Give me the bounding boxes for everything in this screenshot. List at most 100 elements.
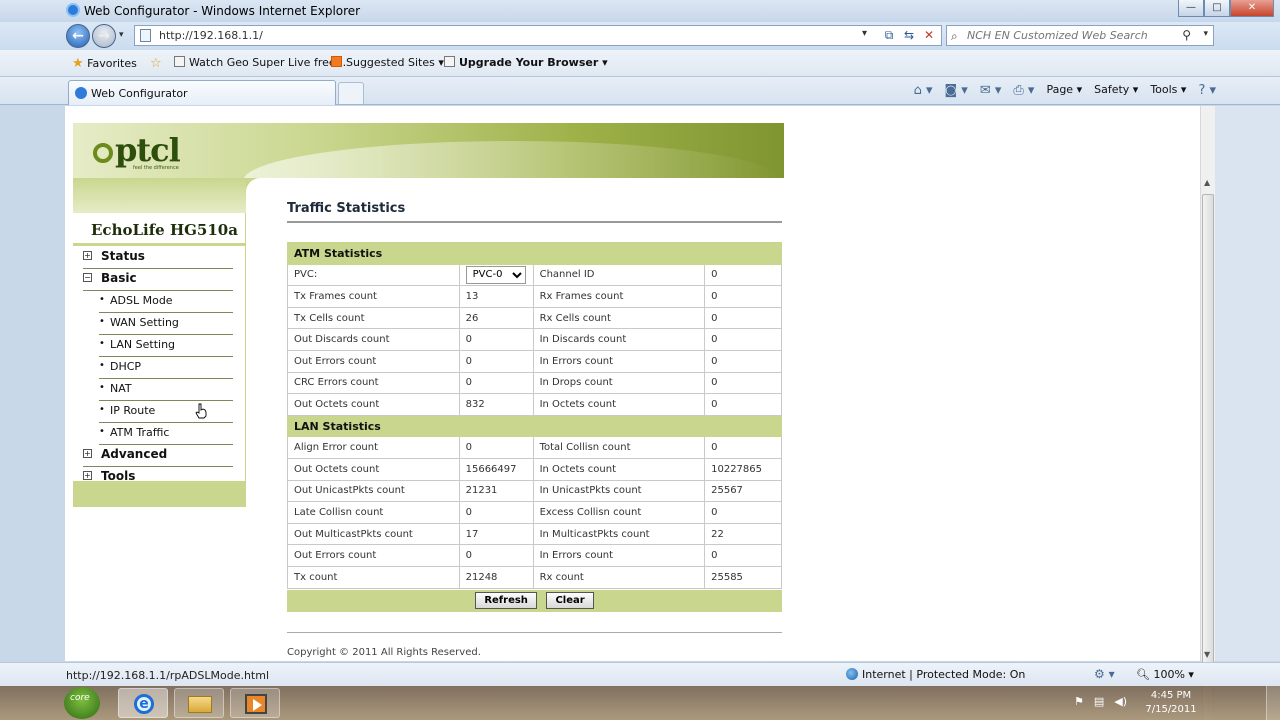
menu-ip-route[interactable]: • IP Route	[99, 401, 233, 423]
close-button[interactable]: ✕	[1230, 0, 1274, 17]
help-menu[interactable]: ? ▾	[1198, 83, 1216, 98]
page-icon	[140, 29, 151, 42]
stat-label: Tx Frames count	[287, 285, 460, 308]
network-icon[interactable]: ▤	[1094, 695, 1104, 708]
folder-icon	[188, 696, 212, 713]
favorites-button[interactable]: ★ Favorites	[72, 56, 137, 71]
menu-atm-traffic[interactable]: • ATM Traffic	[99, 423, 233, 445]
menu-adsl-mode[interactable]: • ADSL Mode	[99, 291, 233, 313]
table-row: Out Errors count 0 In Errors count 0	[287, 544, 782, 567]
page-menu[interactable]: Page ▾	[1046, 83, 1082, 98]
tab-bar: Web Configurator ⌂ ▾ ◙ ▾ ✉ ▾ ⎙ ▾ Page ▾ …	[0, 77, 1280, 105]
show-desktop-button[interactable]	[1266, 686, 1280, 720]
stat-label: Rx Frames count	[532, 285, 706, 308]
stat-label: Out Octets count	[287, 393, 460, 416]
safety-menu[interactable]: Safety ▾	[1094, 83, 1138, 98]
add-to-favorites-bar-icon[interactable]: ☆	[150, 56, 162, 71]
favorites-bar: ★ Favorites ☆ Watch Geo Super Live free.…	[0, 50, 1280, 77]
page-icon	[444, 56, 455, 67]
protected-mode-icon[interactable]: ⚙ ▾	[1094, 667, 1115, 681]
menu-nat[interactable]: • NAT	[99, 379, 233, 401]
stat-value: 0	[704, 349, 782, 373]
bullet-icon: •	[99, 316, 105, 327]
action-center-flag-icon[interactable]: ⚑	[1074, 695, 1084, 708]
menu-lan-setting[interactable]: • LAN Setting	[99, 335, 233, 357]
stat-value: 10227865	[704, 457, 782, 481]
stat-label: In Octets count	[532, 393, 706, 416]
clear-button[interactable]: Clear	[546, 592, 594, 609]
menu-status[interactable]: + Status	[83, 247, 233, 269]
navigation-bar: ← → ▾ http://192.168.1.1/ ▾ ⧉ ⇆ ✕ ⌕ ⚲ ▾	[0, 22, 1280, 50]
address-dropdown-icon[interactable]: ▾	[862, 28, 867, 39]
bullet-icon: •	[99, 426, 105, 437]
search-input[interactable]	[967, 28, 1177, 43]
logo-tagline: feel the difference	[133, 165, 179, 171]
address-url[interactable]: http://192.168.1.1/	[159, 29, 263, 42]
search-options-dropdown-icon[interactable]: ▾	[1203, 29, 1208, 39]
command-bar: ⌂ ▾ ◙ ▾ ✉ ▾ ⎙ ▾ Page ▾ Safety ▾ Tools ▾ …	[914, 83, 1216, 98]
start-button[interactable]: core	[64, 687, 100, 719]
favorite-link-suggested-sites[interactable]: Suggested Sites ▾	[331, 56, 444, 69]
vertical-scrollbar[interactable]: ▲ ▼	[1200, 106, 1215, 720]
stat-label: Total Collisn count	[532, 436, 706, 459]
menu-advanced[interactable]: + Advanced	[83, 445, 233, 467]
recent-pages-dropdown-icon[interactable]: ▾	[119, 30, 124, 40]
favorite-link-geo-super[interactable]: Watch Geo Super Live free...	[174, 56, 346, 69]
taskbar-internet-explorer[interactable]: e	[118, 688, 168, 718]
stop-icon[interactable]: ✕	[920, 28, 938, 43]
stat-label: In UnicastPkts count	[532, 479, 706, 503]
search-icon[interactable]: ⚲	[1182, 28, 1191, 42]
zoom-level[interactable]: 🔍︎ 100% ▾	[1136, 668, 1194, 681]
ie-page-icon	[75, 87, 87, 99]
new-tab-button[interactable]	[338, 82, 364, 104]
stat-label: Out Errors count	[287, 349, 460, 373]
expand-icon[interactable]: +	[83, 471, 92, 480]
taskbar-media-player[interactable]	[230, 688, 280, 718]
collapse-icon[interactable]: −	[83, 273, 92, 282]
logo-ring-icon	[93, 143, 113, 163]
expand-icon[interactable]: +	[83, 251, 92, 260]
tab-web-configurator[interactable]: Web Configurator	[68, 80, 336, 105]
search-provider-icon: ⌕	[951, 29, 958, 43]
maximize-button[interactable]: □	[1204, 0, 1230, 17]
bullet-icon: •	[99, 404, 105, 415]
stat-value: 26	[458, 306, 534, 330]
menu-basic[interactable]: − Basic	[83, 269, 233, 291]
back-button[interactable]: ←	[66, 24, 90, 48]
taskbar-clock[interactable]: 4:45 PM 7/15/2011	[1140, 689, 1202, 717]
search-box[interactable]: ⌕ ⚲ ▾	[946, 25, 1214, 46]
refresh-icon[interactable]: ⇆	[900, 28, 918, 43]
favorite-link-upgrade-browser[interactable]: Upgrade Your Browser ▾	[444, 56, 608, 69]
scroll-down-icon[interactable]: ▼	[1204, 650, 1210, 659]
pvc-select[interactable]: PVC-0	[465, 265, 526, 284]
internet-explorer-icon: e	[134, 694, 154, 714]
menu-dhcp[interactable]: • DHCP	[99, 357, 233, 379]
status-bar: http://192.168.1.1/rpADSLMode.html Inter…	[0, 662, 1280, 686]
refresh-button[interactable]: Refresh	[475, 592, 537, 609]
stat-value: 0	[704, 328, 782, 351]
read-mail-icon[interactable]: ✉ ▾	[980, 83, 1002, 98]
scroll-up-icon[interactable]: ▲	[1204, 178, 1210, 187]
channel-id-label: Channel ID	[532, 263, 706, 287]
taskbar-windows-explorer[interactable]	[174, 688, 224, 718]
security-zone[interactable]: Internet | Protected Mode: On	[846, 668, 1025, 681]
pvc-cell: PVC-0	[458, 263, 534, 287]
expand-icon[interactable]: +	[83, 449, 92, 458]
stat-label: Late Collisn count	[287, 501, 460, 524]
home-icon[interactable]: ⌂ ▾	[914, 83, 933, 98]
footer-divider	[287, 632, 782, 633]
scrollbar-thumb[interactable]	[1202, 194, 1214, 720]
minimize-button[interactable]: —	[1178, 0, 1204, 17]
menu-wan-setting[interactable]: • WAN Setting	[99, 313, 233, 335]
print-icon[interactable]: ⎙ ▾	[1013, 83, 1034, 98]
channel-id-value: 0	[704, 263, 782, 287]
tools-menu[interactable]: Tools ▾	[1150, 83, 1186, 98]
stat-value: 21231	[458, 479, 534, 503]
forward-button[interactable]: →	[92, 24, 116, 48]
title-divider	[287, 221, 782, 223]
feeds-icon[interactable]: ◙ ▾	[945, 83, 968, 98]
address-bar[interactable]: http://192.168.1.1/ ▾ ⧉ ⇆ ✕	[134, 25, 942, 46]
volume-icon[interactable]: ◀)	[1114, 695, 1127, 708]
stat-value: 0	[458, 501, 534, 524]
compatibility-view-icon[interactable]: ⧉	[880, 28, 898, 43]
